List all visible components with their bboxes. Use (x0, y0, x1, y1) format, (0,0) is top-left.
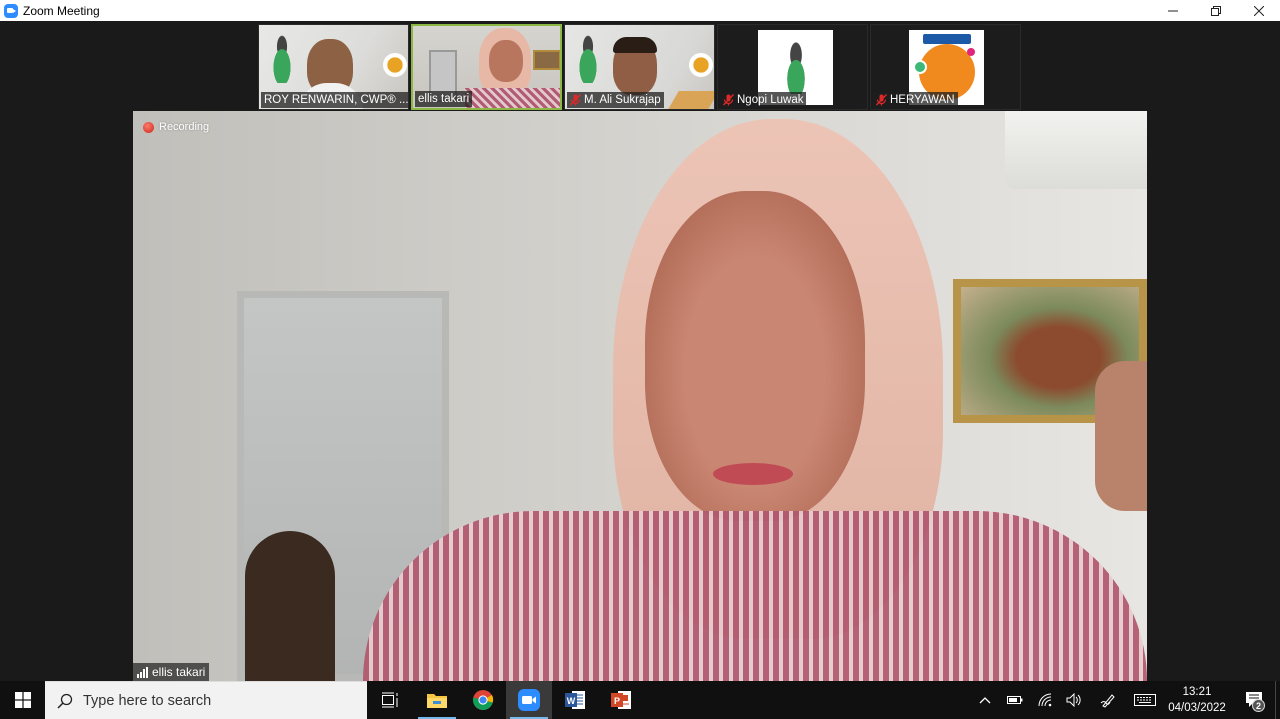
gallery-strip: ROY RENWARIN, CWP® ... ellis takari M. A… (258, 24, 1021, 110)
microphone-muted-icon (723, 94, 734, 106)
pen-icon (1100, 694, 1115, 708)
svg-text:W: W (567, 696, 576, 706)
minimize-button[interactable] (1151, 0, 1194, 21)
window-controls (1151, 0, 1280, 21)
zoom-icon (4, 3, 18, 18)
participant-tile[interactable]: M. Ali Sukrajap (564, 24, 715, 110)
clock-date: 04/03/2022 (1168, 702, 1226, 714)
main-speaker-video[interactable]: Recording ellis takari (133, 111, 1147, 681)
participant-name-tag: Ngopi Luwak (720, 92, 807, 108)
microphone-muted-icon (876, 94, 887, 106)
svg-text:P: P (614, 696, 620, 706)
taskbar-app-powerpoint[interactable]: P (598, 681, 644, 719)
search-icon (57, 693, 73, 709)
task-view-icon (382, 692, 398, 708)
close-icon (1253, 5, 1264, 16)
air-conditioner (1005, 111, 1147, 189)
taskbar-app-zoom[interactable] (506, 681, 552, 719)
ngopi-logo (265, 31, 299, 83)
taskbar-app-file-explorer[interactable] (414, 681, 460, 719)
participant-name: ellis takari (418, 93, 470, 105)
participant-face (489, 40, 523, 82)
volume-icon (1066, 693, 1081, 707)
ngopi-logo (778, 40, 814, 94)
coffee-cup (689, 53, 713, 77)
speaker-name: ellis takari (152, 665, 206, 679)
minimize-icon (1167, 10, 1178, 11)
coffee-cup (383, 53, 407, 77)
taskbar-clock[interactable]: 13:21 04/03/2022 (1166, 684, 1228, 716)
notification-count-badge: 2 (1252, 699, 1265, 712)
signal-strength-icon (137, 666, 148, 678)
raised-hand (1095, 361, 1147, 511)
meeting-area: ROY RENWARIN, CWP® ... ellis takari M. A… (0, 21, 1280, 681)
start-button[interactable] (0, 681, 45, 719)
speaker-name-tag: ellis takari (133, 663, 210, 681)
recording-dot-icon (143, 121, 154, 133)
clock-time: 13:21 (1182, 686, 1212, 698)
participant-name-tag: ellis takari (415, 91, 473, 107)
show-hidden-icons-button[interactable] (974, 681, 996, 719)
restore-button[interactable] (1194, 0, 1237, 21)
chair (245, 531, 335, 681)
chrome-icon (472, 690, 494, 711)
battery-icon (1007, 696, 1023, 704)
participant-tile-active-speaker[interactable]: ellis takari (411, 24, 562, 110)
wifi-icon (1038, 693, 1052, 707)
microphone-muted-icon (570, 94, 581, 106)
participant-name: HERYAWAN (890, 94, 955, 106)
participant-name: ROY RENWARIN, CWP® ... (264, 94, 409, 106)
participant-name-tag: ROY RENWARIN, CWP® ... (261, 92, 409, 108)
participant-tile[interactable]: HERYAWAN (870, 24, 1021, 110)
wall-painting (533, 50, 560, 70)
word-icon: W (565, 691, 585, 709)
windows-logo-icon (14, 692, 31, 708)
recording-indicator: Recording (143, 121, 209, 133)
logo-dot (967, 48, 975, 56)
windows-taskbar: W P 13:21 04/03/2022 2 (0, 681, 1280, 719)
notebook (667, 91, 714, 109)
pen-workspace-button[interactable] (1097, 681, 1119, 719)
restore-icon (1210, 5, 1221, 16)
taskbar-app-word[interactable]: W (552, 681, 598, 719)
participant-name: M. Ali Sukrajap (584, 94, 661, 106)
logo-banner (923, 34, 971, 44)
participant-hair (613, 37, 657, 53)
window-title: Zoom Meeting (23, 3, 100, 18)
keyboard-icon (1134, 694, 1156, 706)
volume-button[interactable] (1063, 681, 1085, 719)
participant-tile[interactable]: Ngopi Luwak (717, 24, 868, 110)
participant-name-tag: M. Ali Sukrajap (567, 92, 664, 108)
network-button[interactable] (1035, 681, 1057, 719)
recording-label: Recording (159, 121, 210, 133)
ngopi-logo (571, 31, 605, 83)
close-button[interactable] (1237, 0, 1280, 21)
participant-name-tag: HERYAWAN (873, 92, 958, 108)
participant-name: Ngopi Luwak (737, 94, 804, 106)
window-titlebar: Zoom Meeting (0, 0, 1280, 21)
participant-tile[interactable]: ROY RENWARIN, CWP® ... (258, 24, 409, 110)
zoom-icon (518, 689, 540, 711)
chevron-up-icon (979, 697, 991, 704)
speaker-lips (713, 463, 793, 485)
logo-badge (913, 60, 927, 74)
taskbar-app-chrome[interactable] (460, 681, 506, 719)
battery-button[interactable] (1004, 681, 1026, 719)
touch-keyboard-button[interactable] (1132, 681, 1158, 719)
powerpoint-icon: P (611, 691, 631, 709)
show-desktop-button[interactable] (1275, 681, 1280, 719)
folder-icon (427, 694, 447, 708)
taskbar-search[interactable] (45, 681, 367, 719)
action-center-button[interactable]: 2 (1236, 681, 1272, 719)
search-input[interactable] (83, 692, 343, 709)
speaker-shirt (363, 511, 1147, 681)
task-view-button[interactable] (367, 681, 413, 719)
participant-shirt (465, 88, 560, 108)
